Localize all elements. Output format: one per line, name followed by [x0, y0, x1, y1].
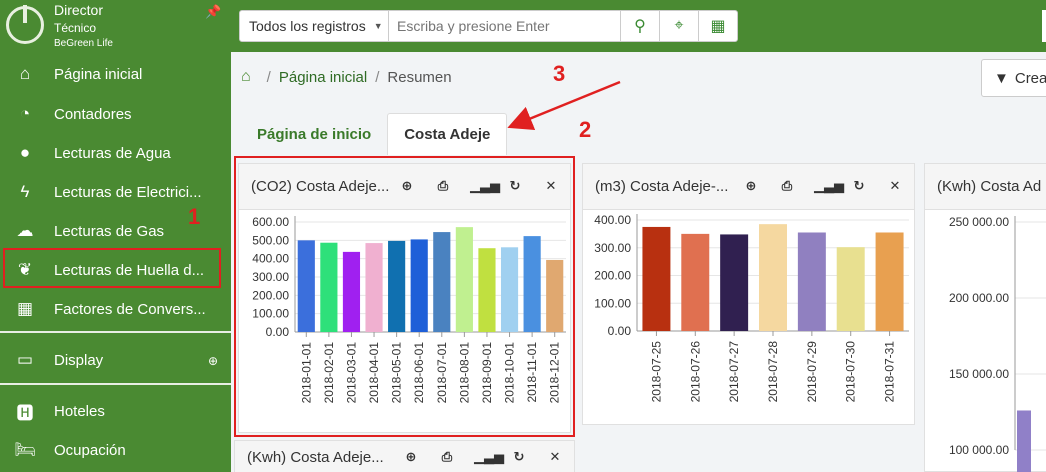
annotation-arrow [507, 80, 621, 131]
annotation-arrow-line [507, 80, 621, 131]
